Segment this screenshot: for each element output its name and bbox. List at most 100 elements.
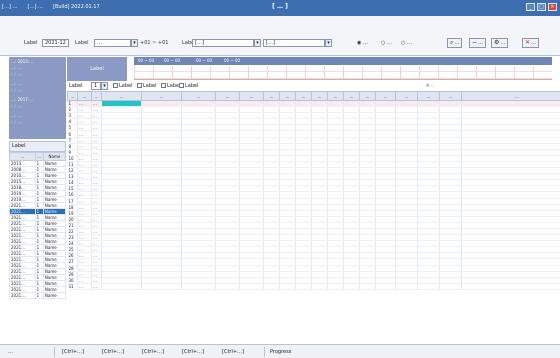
grid-cell[interactable] [101, 283, 142, 290]
grid-cell[interactable] [215, 283, 240, 290]
checkbox-icon [179, 83, 184, 88]
grid-header[interactable]: … [239, 91, 264, 101]
filter-checkbox[interactable]: Label [179, 83, 199, 89]
filter-row: Label 1 ▾ Label Label Label Label ※ … [67, 82, 552, 91]
grid-header[interactable]: … [181, 91, 216, 101]
grid-header[interactable]: … [279, 91, 296, 101]
grid-header[interactable]: … [417, 91, 440, 101]
chevron-down-icon[interactable]: ▾ [131, 39, 138, 47]
radio-option[interactable]: ○ … [381, 40, 392, 46]
grid-cell[interactable] [343, 283, 360, 290]
employee-list: … … Name 2013… 1 Name 2008… 1 Name 2010… 1 Name 2… [9, 152, 67, 299]
grid-header[interactable]: … [439, 91, 462, 101]
checkbox-label: Label [143, 83, 157, 89]
batch-button[interactable]: ⚙… [491, 38, 509, 48]
grid-header[interactable]: … [327, 91, 344, 101]
radio-option[interactable]: ○ … [401, 40, 412, 46]
range-text: +01 ~ +01 [140, 40, 169, 46]
grid-cell[interactable] [395, 283, 418, 290]
grid-cell[interactable]: 31 [67, 283, 78, 290]
filter-checkbox[interactable]: Label [113, 83, 133, 89]
grid-header[interactable]: … [343, 91, 360, 101]
shortcut-hint: [Ctrl+…] [142, 349, 164, 355]
search-button[interactable]: ⌕… [447, 38, 463, 48]
employee-list-header[interactable]: … [9, 152, 36, 161]
grid-cell[interactable] [439, 283, 462, 290]
timeline-segment: 00 ~ 00 [138, 58, 155, 63]
radio-option[interactable]: ◉ … [357, 40, 368, 46]
timeline-segment: 00 ~ 00 [164, 58, 181, 63]
employee-cell: 1 [34, 292, 44, 299]
shortcut-hint: [Ctrl+…] [222, 349, 244, 355]
grid-cell[interactable] [375, 283, 396, 290]
window-tab[interactable]: […] … [2, 4, 18, 10]
close-window-button[interactable]: × [548, 3, 557, 11]
radio-icon: ○ [401, 40, 406, 46]
minimize-button[interactable]: _ [526, 3, 535, 11]
grid-cell[interactable] [311, 283, 328, 290]
grid-header[interactable]: … [77, 91, 92, 101]
grid-header[interactable]: … [67, 91, 78, 101]
grid-cell[interactable] [181, 283, 216, 290]
grid-header[interactable]: … [101, 91, 142, 101]
maximize-button[interactable]: □ [537, 3, 546, 11]
employee-row[interactable]: 2021… 1 Name [9, 292, 67, 299]
checkbox-icon [161, 83, 166, 88]
chevron-down-icon[interactable]: ▾ [254, 39, 261, 47]
title-bar: […] … […] … [Build] 2022.01.17 [ … ] _ □… [0, 0, 560, 16]
exit-button[interactable]: ✕… [522, 38, 540, 48]
grid-header[interactable]: … [461, 91, 560, 101]
grid-cell[interactable] [417, 283, 440, 290]
filter-checkbox[interactable]: Label [161, 83, 181, 89]
grid-header[interactable]: … [91, 91, 102, 101]
filter-checkbox[interactable]: Label [137, 83, 157, 89]
window-title: [ … ] [272, 3, 288, 10]
progress-label: Progress [270, 349, 292, 355]
checkbox-label: Label [185, 83, 199, 89]
close-icon: ✕ [525, 39, 531, 46]
window-tab: [Build] 2022.01.17 [53, 4, 100, 10]
radio-label: … [386, 40, 392, 46]
grid-header[interactable]: … [295, 91, 312, 101]
grid-header[interactable]: … [395, 91, 418, 101]
timeline-segment: 00 ~ 00 [224, 58, 241, 63]
radio-icon: ○ [381, 40, 386, 46]
chevron-down-icon[interactable]: ▾ [101, 82, 108, 90]
group-input[interactable]: 1 [91, 82, 101, 90]
grid-cell[interactable] [141, 283, 182, 290]
grid-header[interactable]: … [375, 91, 396, 101]
grid-cell[interactable]: … [77, 283, 92, 290]
grid-cell[interactable] [359, 283, 376, 290]
grid-header[interactable]: … [311, 91, 328, 101]
grid-cell[interactable] [239, 283, 264, 290]
employee-cell: Name [42, 292, 67, 299]
window-tabs: […] … […] … [Build] 2022.01.17 [2, 4, 100, 10]
period2-label: Label [75, 40, 89, 46]
grid-cell[interactable] [263, 283, 280, 290]
dept-select[interactable]: […] [192, 39, 254, 47]
delete-button[interactable]: −… [469, 38, 487, 48]
grid-header[interactable]: … [263, 91, 280, 101]
grid-header[interactable]: … [215, 91, 240, 101]
grid-header[interactable]: … [141, 91, 182, 101]
grid-cell[interactable]: … [91, 283, 102, 290]
summary-button[interactable]: Label [67, 57, 127, 81]
employee-list-header[interactable]: … [34, 152, 44, 161]
period2-select[interactable]: … [94, 39, 131, 47]
radio-label: … [406, 40, 412, 46]
grid-cell[interactable] [327, 283, 344, 290]
period-input[interactable]: 2021-12 [42, 39, 69, 47]
employee-list-header[interactable]: Name [42, 152, 67, 161]
info-line: …: … [11, 119, 22, 124]
grid-header[interactable]: … [359, 91, 376, 101]
group-select[interactable]: […] [263, 39, 325, 47]
grid-cell[interactable] [279, 283, 296, 290]
grid-cell[interactable] [295, 283, 312, 290]
window-tab[interactable]: […] … [28, 4, 44, 10]
chevron-down-icon[interactable]: ▾ [325, 39, 332, 47]
employee-cell: 2021… [9, 292, 36, 299]
grid-cell[interactable] [461, 283, 560, 290]
employee-info-panel: …: 2013-… …: … …: … …: … …: … …: 2017-… … [9, 57, 66, 139]
period-label: Label [24, 40, 38, 46]
grid-row[interactable]: 31…… [67, 283, 560, 290]
